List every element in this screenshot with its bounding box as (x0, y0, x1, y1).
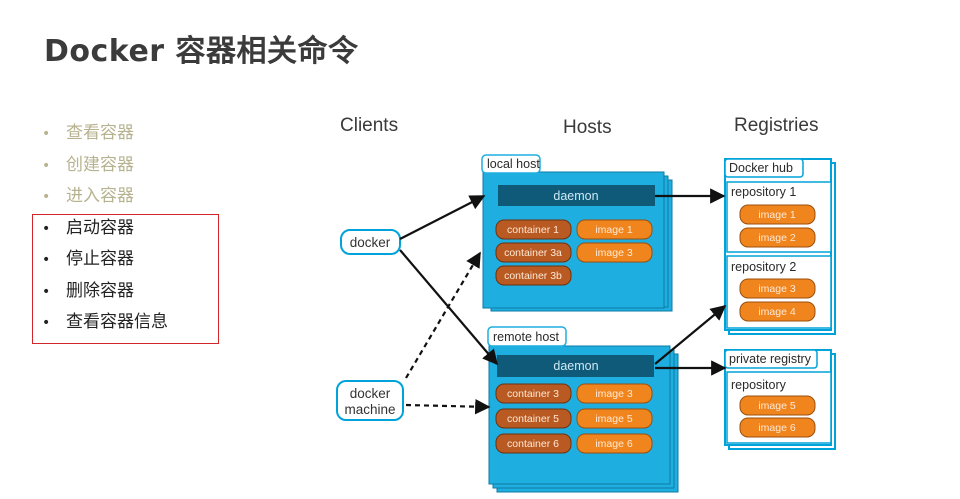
image-chip: image 2 (758, 232, 796, 244)
clients-header: Clients (340, 115, 398, 136)
private-registry: private registry repository image 5 imag… (724, 349, 836, 450)
docker-machine-label-line2: machine (344, 402, 395, 417)
docker-architecture-diagram: Clients Hosts Registries local host daem… (336, 115, 836, 493)
docker-hub: Docker hub repository 1 image 1 image 2 … (724, 158, 836, 335)
arrow-client-to-local (399, 195, 486, 240)
image-chip: image 3 (595, 388, 633, 400)
remote-daemon: daemon (553, 359, 598, 373)
image-chip: image 3 (595, 247, 633, 259)
private-registry-label: private registry (729, 352, 812, 366)
image-chip: image 4 (758, 306, 796, 318)
image-chip: image 6 (758, 422, 796, 434)
docker-machine-label-line1: docker (350, 386, 391, 401)
container-chip: container 3 (507, 388, 559, 400)
image-chip: image 6 (595, 438, 633, 450)
repository-label: repository (731, 378, 787, 392)
docker-client: docker (340, 229, 401, 255)
repository-1-label: repository 1 (731, 185, 796, 199)
image-chip: image 5 (758, 400, 796, 412)
image-chip: image 5 (595, 413, 633, 425)
hosts-header: Hosts (563, 117, 612, 138)
docker-hub-label: Docker hub (729, 161, 793, 175)
docker-machine-client: docker machine (336, 380, 404, 421)
local-host-label: local host (487, 157, 540, 171)
repository-2-label: repository 2 (731, 260, 796, 274)
remote-host: remote host daemon container 3 container… (487, 326, 679, 493)
image-chip: image 1 (758, 209, 796, 221)
container-chip: container 5 (507, 413, 559, 425)
container-chip: container 1 (507, 224, 559, 236)
container-chip: container 3a (504, 247, 562, 259)
container-chip: container 6 (507, 438, 559, 450)
local-daemon: daemon (553, 189, 598, 203)
arrow-remote-to-hub (654, 305, 727, 365)
docker-client-label: docker (350, 235, 391, 250)
container-chip: container 3b (504, 270, 562, 282)
image-chip: image 3 (758, 283, 796, 295)
remote-host-label: remote host (493, 330, 560, 344)
registries-header: Registries (734, 115, 818, 136)
image-chip: image 1 (595, 224, 633, 236)
arrow-machine-to-remote (405, 398, 491, 415)
local-host: local host daemon container 1 container … (481, 154, 673, 312)
